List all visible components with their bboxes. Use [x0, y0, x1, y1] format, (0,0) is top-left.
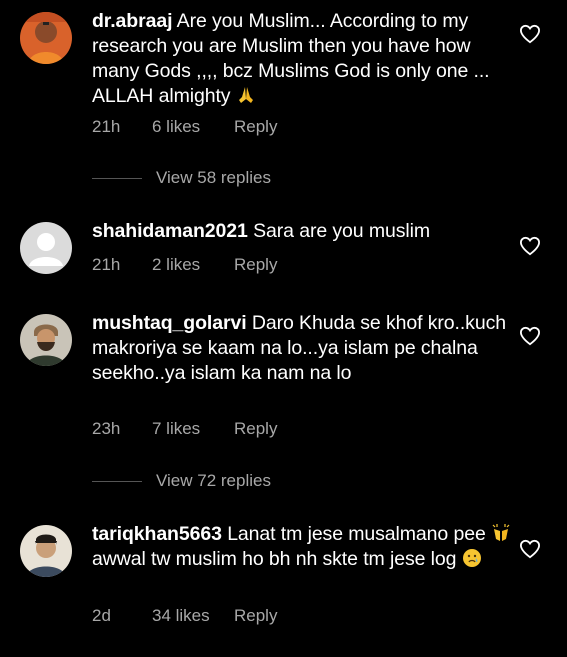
view-replies-button[interactable]: View 72 replies [92, 471, 271, 491]
divider-line [92, 480, 142, 482]
reply-button[interactable]: Reply [234, 606, 277, 626]
comment-username[interactable]: tariqkhan5663 [92, 523, 222, 545]
comment-text: shahidaman2021 Sara are you muslim [92, 219, 512, 244]
avatar[interactable] [20, 12, 72, 64]
comment-text: mushtaq_golarvi Daro Khuda se khof kro..… [92, 311, 512, 386]
view-replies-label: View 58 replies [156, 168, 271, 187]
comment-meta: 21h 6 likes Reply [92, 117, 277, 137]
comment-username[interactable]: dr.abraaj [92, 10, 173, 32]
raising-hands-icon [491, 523, 511, 543]
comment-time: 21h [92, 255, 121, 274]
comment-meta: 2d 34 likes Reply [92, 606, 277, 626]
comment-body: Sara are you muslim [253, 220, 431, 242]
avatar[interactable] [20, 222, 72, 274]
comment-time: 2d [92, 606, 111, 625]
view-replies-label: View 72 replies [156, 471, 271, 490]
like-heart-icon[interactable] [519, 326, 541, 346]
comment-text: tariqkhan5663 Lanat tm jese musalmano pe… [92, 522, 512, 572]
reply-button[interactable]: Reply [234, 255, 277, 275]
divider-line [92, 177, 142, 179]
comment-body-continued: awwal tw muslim ho bh nh skte tm jese lo… [92, 548, 457, 570]
reply-button[interactable]: Reply [234, 419, 277, 439]
comment-text: dr.abraaj Are you Muslim... According to… [92, 9, 512, 109]
reply-button[interactable]: Reply [234, 117, 277, 137]
comment-username[interactable]: shahidaman2021 [92, 220, 248, 242]
crying-face-icon [462, 548, 482, 568]
comment-likes[interactable]: 2 likes [152, 255, 234, 275]
comment-likes[interactable]: 7 likes [152, 419, 234, 439]
folded-hands-icon [236, 85, 256, 105]
avatar[interactable] [20, 314, 72, 366]
comment-username[interactable]: mushtaq_golarvi [92, 312, 247, 334]
comment-time: 21h [92, 117, 121, 136]
like-heart-icon[interactable] [519, 236, 541, 256]
like-heart-icon[interactable] [519, 24, 541, 44]
view-replies-button[interactable]: View 58 replies [92, 168, 271, 188]
avatar[interactable] [20, 525, 72, 577]
comment-likes[interactable]: 6 likes [152, 117, 234, 137]
comment-meta: 23h 7 likes Reply [92, 419, 277, 439]
comment-likes[interactable]: 34 likes [152, 606, 234, 626]
like-heart-icon[interactable] [519, 539, 541, 559]
comment-meta: 21h 2 likes Reply [92, 255, 277, 275]
comment-time: 23h [92, 419, 121, 438]
comment-body: Lanat tm jese musalmano pee [227, 523, 486, 545]
